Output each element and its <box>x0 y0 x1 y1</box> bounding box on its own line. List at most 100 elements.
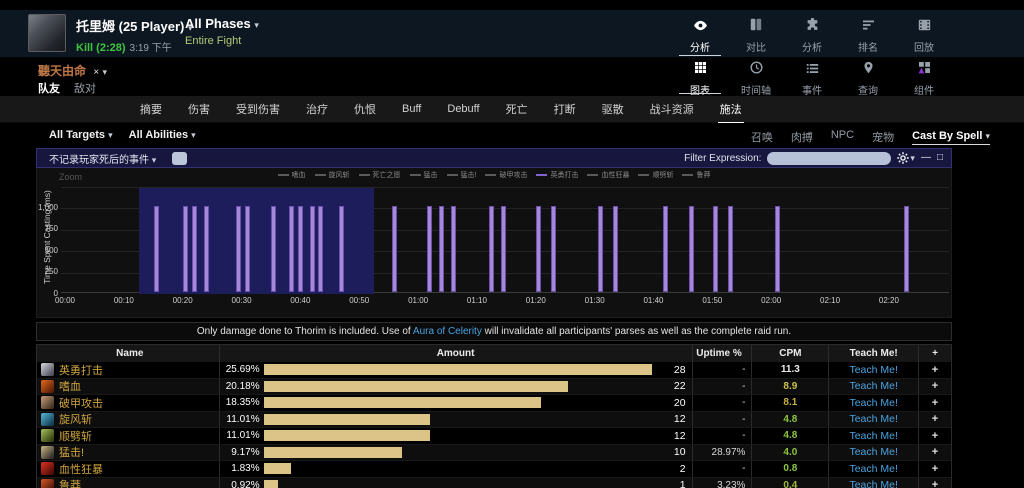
maximize-icon[interactable]: □ <box>937 153 943 163</box>
tab-治疗[interactable]: 治疗 <box>306 101 328 117</box>
teach-me-link[interactable]: Teach Me! <box>849 479 897 488</box>
tab-伤害[interactable]: 伤害 <box>188 101 210 117</box>
column-header-uptime[interactable]: Uptime % <box>693 345 753 362</box>
legend-item[interactable]: 猛击! <box>447 170 477 180</box>
tab-战斗资源[interactable]: 战斗资源 <box>650 101 694 117</box>
ability-link[interactable]: 猛击! <box>59 445 84 461</box>
source-chip-召唤[interactable]: 召唤 <box>751 129 773 145</box>
expand-row-button[interactable]: + <box>919 428 951 444</box>
source-chip-肉搏[interactable]: 肉搏 <box>791 129 813 145</box>
legend-item[interactable]: 血性狂暴 <box>587 170 629 180</box>
legend-item[interactable]: 旋风斩 <box>315 170 350 180</box>
death-filter-dropdown[interactable]: 不记录玩家死后的事件 ▾ <box>49 151 156 166</box>
cast-bar[interactable] <box>245 206 250 292</box>
phase-dropdown[interactable]: All Phases ▾ <box>185 16 259 31</box>
cast-bar[interactable] <box>713 206 718 292</box>
column-header-cpm[interactable]: CPM <box>752 345 829 362</box>
close-icon[interactable]: × <box>93 67 99 78</box>
cast-bar[interactable] <box>154 206 159 292</box>
cast-bar[interactable] <box>204 206 209 292</box>
legend-item[interactable]: 嗜血 <box>278 170 306 180</box>
cast-bar[interactable] <box>689 206 694 292</box>
ability-link[interactable]: 嗜血 <box>59 379 81 395</box>
tab-仇恨[interactable]: 仇恨 <box>354 101 376 117</box>
cast-bar[interactable] <box>728 206 733 292</box>
source-chip-NPC[interactable]: NPC <box>831 129 854 145</box>
tab-受到伤害[interactable]: 受到伤害 <box>236 101 280 117</box>
ability-link[interactable]: 顺劈斩 <box>59 428 92 444</box>
tab-驱散[interactable]: 驱散 <box>602 101 624 117</box>
boss-name-dropdown[interactable]: 托里姆 (25 Player) ▾ <box>76 16 193 35</box>
player-name[interactable]: 聽天由命 <box>38 64 86 78</box>
cast-bar[interactable] <box>501 206 506 292</box>
cast-bar[interactable] <box>271 206 276 292</box>
faction-tab-enemies[interactable]: 敌对 <box>74 80 96 96</box>
cast-bar[interactable] <box>192 206 197 292</box>
tab-死亡[interactable]: 死亡 <box>506 101 528 117</box>
cast-bar[interactable] <box>598 206 603 292</box>
cast-bar[interactable] <box>318 206 323 292</box>
tab-Buff[interactable]: Buff <box>402 103 421 115</box>
expand-row-button[interactable]: + <box>919 412 951 428</box>
minimize-icon[interactable]: — <box>921 153 931 163</box>
teach-me-link[interactable]: Teach Me! <box>849 463 897 475</box>
main-nav-item-eye[interactable]: 分析 <box>672 10 728 57</box>
view-nav-item-clock[interactable]: 时间轴 <box>728 57 784 96</box>
boss-portrait[interactable] <box>28 14 66 52</box>
filter-dropdown[interactable]: All Abilities ▾ <box>129 129 196 141</box>
main-nav-item-puzzle[interactable]: 分析 <box>784 10 840 57</box>
legend-item[interactable]: 死亡之愿 <box>359 170 401 180</box>
cast-bar[interactable] <box>904 206 909 292</box>
source-chip-宠物[interactable]: 宠物 <box>872 129 894 145</box>
cast-bar[interactable] <box>289 206 294 292</box>
tab-摘要[interactable]: 摘要 <box>140 101 162 117</box>
cast-bar[interactable] <box>663 206 668 292</box>
ability-link[interactable]: 血性狂暴 <box>59 461 103 477</box>
filter-expression-input[interactable] <box>767 152 891 165</box>
tab-施法[interactable]: 施法 <box>720 101 742 117</box>
cast-bar[interactable] <box>551 206 556 292</box>
legend-item[interactable]: 英勇打击 <box>536 170 578 180</box>
main-nav-item-compare[interactable]: 对比 <box>728 10 784 57</box>
legend-item[interactable]: 鲁莽 <box>682 170 710 180</box>
teach-me-link[interactable]: Teach Me! <box>849 364 897 376</box>
filter-dropdown[interactable]: All Targets ▾ <box>49 129 113 141</box>
expand-row-button[interactable]: + <box>919 478 951 488</box>
cast-bar[interactable] <box>339 206 344 292</box>
column-header-teach-me[interactable]: Teach Me! <box>829 345 919 362</box>
expand-row-button[interactable]: + <box>919 379 951 395</box>
teach-me-link[interactable]: Teach Me! <box>849 397 897 409</box>
teach-me-link[interactable]: Teach Me! <box>849 430 897 442</box>
cast-bar[interactable] <box>298 206 303 292</box>
aura-of-celerity-link[interactable]: Aura of Celerity <box>413 326 482 337</box>
ability-link[interactable]: 破甲攻击 <box>59 395 103 411</box>
cast-by-spell-dropdown[interactable]: Cast By Spell ▾ <box>912 130 990 145</box>
cast-bar[interactable] <box>536 206 541 292</box>
column-header-[interactable]: + <box>919 345 951 362</box>
expand-row-button[interactable]: + <box>919 395 951 411</box>
chevron-down-icon[interactable]: ▾ <box>103 67 108 77</box>
view-nav-item-pin[interactable]: 查询 <box>840 57 896 96</box>
main-nav-item-replay[interactable]: 回放 <box>896 10 952 57</box>
cast-bar[interactable] <box>236 206 241 292</box>
legend-item[interactable]: 顺劈斩 <box>638 170 673 180</box>
chart-settings-button[interactable]: ▾ <box>897 152 915 164</box>
cast-bar[interactable] <box>392 206 397 292</box>
column-header-amount[interactable]: Amount <box>220 345 693 362</box>
legend-item[interactable]: 破甲攻击 <box>485 170 527 180</box>
view-nav-item-list[interactable]: 事件 <box>784 57 840 96</box>
legend-item[interactable]: 猛击 <box>410 170 438 180</box>
teach-me-link[interactable]: Teach Me! <box>849 413 897 425</box>
cast-bar[interactable] <box>613 206 618 292</box>
cast-bar[interactable] <box>439 206 444 292</box>
ability-link[interactable]: 鲁莽 <box>59 478 81 488</box>
teach-me-link[interactable]: Teach Me! <box>849 446 897 458</box>
tab-打断[interactable]: 打断 <box>554 101 576 117</box>
cast-bar[interactable] <box>427 206 432 292</box>
expand-row-button[interactable]: + <box>919 461 951 477</box>
death-filter-checkbox[interactable] <box>172 152 187 165</box>
ability-link[interactable]: 旋风斩 <box>59 412 92 428</box>
column-header-name[interactable]: Name <box>37 345 220 362</box>
ability-link[interactable]: 英勇打击 <box>59 362 103 378</box>
tab-Debuff[interactable]: Debuff <box>447 103 479 115</box>
